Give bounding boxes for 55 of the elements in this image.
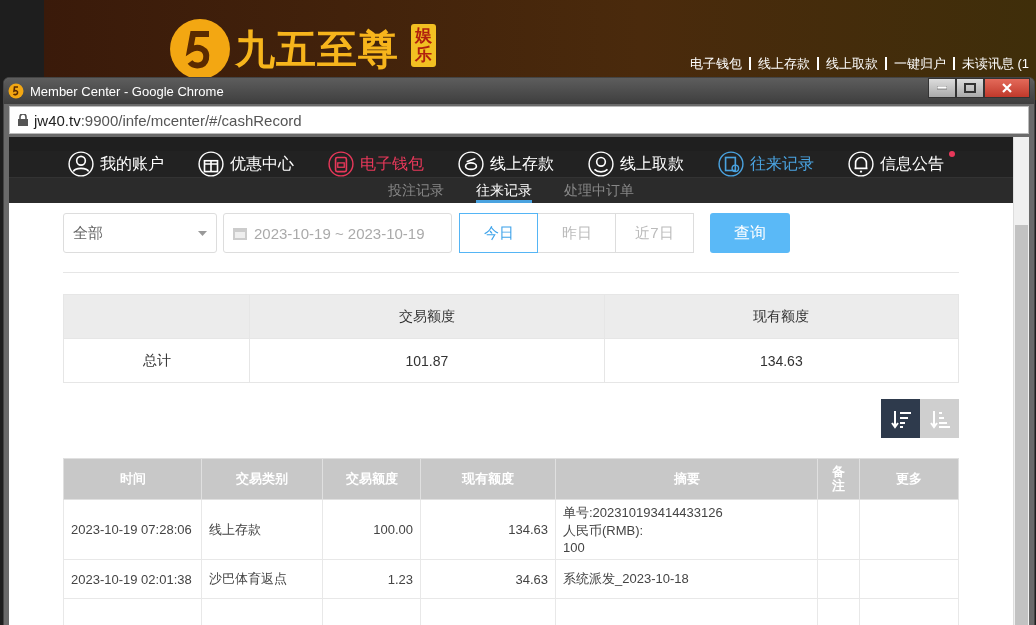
minimize-icon [937,86,947,90]
window-title: Member Center - Google Chrome [30,83,225,99]
logo-text: 九五至尊 [235,25,399,73]
notification-dot [948,151,955,158]
scrollbar-thumb[interactable] [1015,225,1028,625]
user-icon [67,151,94,178]
logo-badge: 娱乐 [411,24,436,68]
top-link[interactable]: 线上取款 [816,57,885,70]
top-link[interactable]: 未读讯息 (1 [952,57,1036,70]
table-cell: 34.63 [420,559,556,599]
sub-tab[interactable]: 处理中订单 [564,178,634,203]
top-link[interactable]: 线上存款 [748,57,817,70]
document-icon [717,151,744,178]
sub-tab[interactable]: 往来记录 [476,178,532,203]
nav-item[interactable]: 电子钱包 [327,151,424,178]
table-cell: 线上存款 [201,499,323,560]
maximize-icon [964,83,976,93]
close-button[interactable] [984,78,1030,98]
bell-icon [847,151,874,178]
phone-icon [327,151,354,178]
maximize-button[interactable] [956,78,984,98]
table-cell: 134.63 [420,499,556,560]
header-cell: 现有额度 [604,294,959,339]
table-cell: 单号:202310193414433126 人民币(RMB): 100 [555,499,818,560]
close-icon [1002,83,1012,93]
app-icon [8,83,24,99]
logo-icon [169,18,231,80]
top-link[interactable]: 一键归户 [884,57,953,70]
nav-item[interactable]: 优惠中心 [197,151,294,178]
table-cell: 总计 [63,338,250,383]
nav-item[interactable]: 线上存款 [457,151,554,178]
scrollbar[interactable] [1013,137,1029,625]
nav-item[interactable]: 往来记录 [717,151,814,178]
sub-tab[interactable]: 投注记录 [388,178,444,203]
table-cell: 2023-10-19 07:28:06 [63,499,202,560]
type-select[interactable]: 全部 [63,213,217,253]
nav-item[interactable]: 线上取款 [587,151,684,178]
nav-item[interactable]: 信息公告 [847,151,955,178]
calendar-icon [232,225,248,241]
top-link[interactable]: 电子钱包 [682,57,749,70]
minimize-button[interactable] [928,78,956,98]
lock-icon [18,114,28,126]
nav-item[interactable]: 我的账户 [67,151,164,178]
table-cell: 沙巴体育返点 [201,559,323,599]
header-cell: 交易额度 [249,294,605,339]
sort-button[interactable] [881,399,920,438]
table-cell: 100.00 [322,499,421,560]
table-cell: 1.23 [322,559,421,599]
caret-icon [198,230,207,236]
table-cell: 101.87 [249,338,605,383]
table-cell: 134.63 [604,338,959,383]
table-cell: 2023-10-19 02:01:38 [63,559,202,599]
table-cell: 系统派发_2023-10-18 [555,559,818,599]
gift-icon [197,151,224,178]
address-bar[interactable]: jw40.tv:9900/infe/mcenter/#/cashRecord [9,106,1029,134]
